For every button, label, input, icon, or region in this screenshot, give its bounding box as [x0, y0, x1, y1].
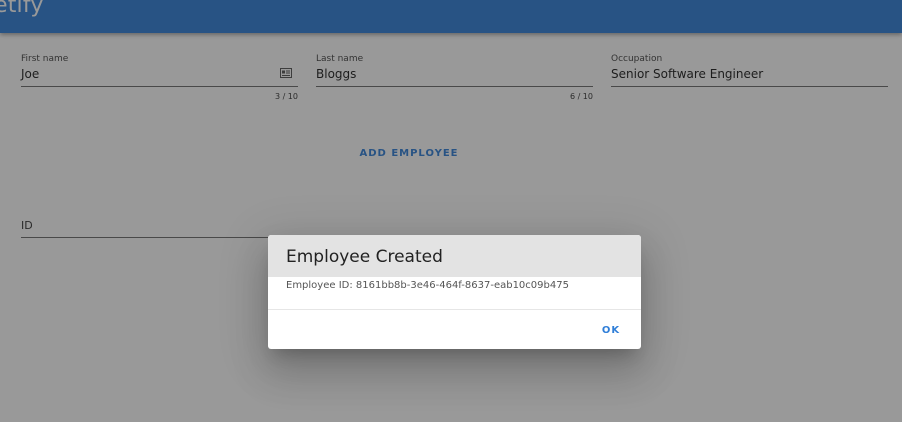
dialog-divider — [268, 309, 641, 310]
modal-overlay[interactable] — [0, 0, 902, 422]
ok-button[interactable]: OK — [595, 320, 627, 340]
dialog-message: Employee ID: 8161bb8b-3e46-464f-8637-eab… — [286, 280, 569, 291]
dialog-title: Employee Created — [286, 247, 443, 267]
dialog-header: Employee Created — [268, 235, 641, 277]
employee-created-dialog: Employee Created Employee ID: 8161bb8b-3… — [268, 235, 641, 349]
